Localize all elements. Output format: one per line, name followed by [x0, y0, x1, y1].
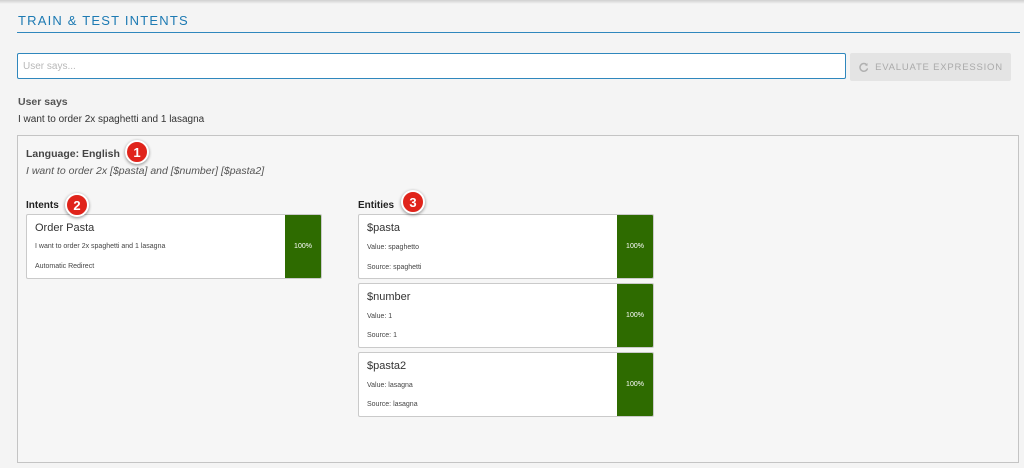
language-label: Language: English [26, 148, 120, 160]
user-says-input[interactable] [17, 53, 846, 79]
entity-card[interactable]: $number Value: 1 Source: 1 100% [358, 283, 654, 348]
intent-card[interactable]: Order Pasta I want to order 2x spaghetti… [26, 214, 322, 279]
entity-source: Source: 1 [367, 332, 397, 339]
top-shadow [0, 0, 1024, 4]
entity-source: Source: spaghetti [367, 264, 422, 271]
intent-redirect: Automatic Redirect [35, 263, 95, 270]
entity-card[interactable]: $pasta2 Value: lasagna Source: lasagna 1… [358, 352, 654, 417]
annotation-badge-3: 3 [401, 190, 425, 214]
entity-card[interactable]: $pasta Value: spaghetto Source: spaghett… [358, 214, 654, 279]
user-says-text: I want to order 2x spaghetti and 1 lasag… [18, 114, 205, 125]
page-title: TRAIN & TEST INTENTS [18, 13, 189, 28]
user-says-heading: User says [18, 96, 68, 108]
evaluate-expression-button[interactable]: EVALUATE EXPRESSION [850, 53, 1011, 81]
annotation-badge-2: 2 [65, 193, 89, 217]
header-divider [17, 32, 1020, 33]
entity-title: $number [367, 291, 411, 303]
entity-value: Value: 1 [367, 313, 393, 320]
confidence-score: 100% [285, 215, 321, 278]
evaluate-expression-label: EVALUATE EXPRESSION [875, 61, 1003, 73]
confidence-score: 100% [617, 215, 653, 278]
intent-expression: I want to order 2x spaghetti and 1 lasag… [35, 243, 166, 250]
entity-source: Source: lasagna [367, 401, 418, 408]
intent-title: Order Pasta [35, 222, 95, 234]
entity-value: Value: spaghetto [367, 244, 420, 251]
annotated-expression: I want to order 2x [$pasta] and [$number… [26, 165, 265, 177]
entity-title: $pasta2 [367, 360, 407, 372]
annotation-badge-1: 1 [125, 140, 149, 164]
entities-heading: Entities [358, 200, 395, 211]
confidence-score: 100% [617, 284, 653, 347]
intents-heading: Intents [26, 200, 59, 211]
confidence-score: 100% [617, 353, 653, 416]
refresh-icon [858, 62, 869, 73]
entity-title: $pasta [367, 222, 401, 234]
entity-value: Value: lasagna [367, 382, 413, 389]
